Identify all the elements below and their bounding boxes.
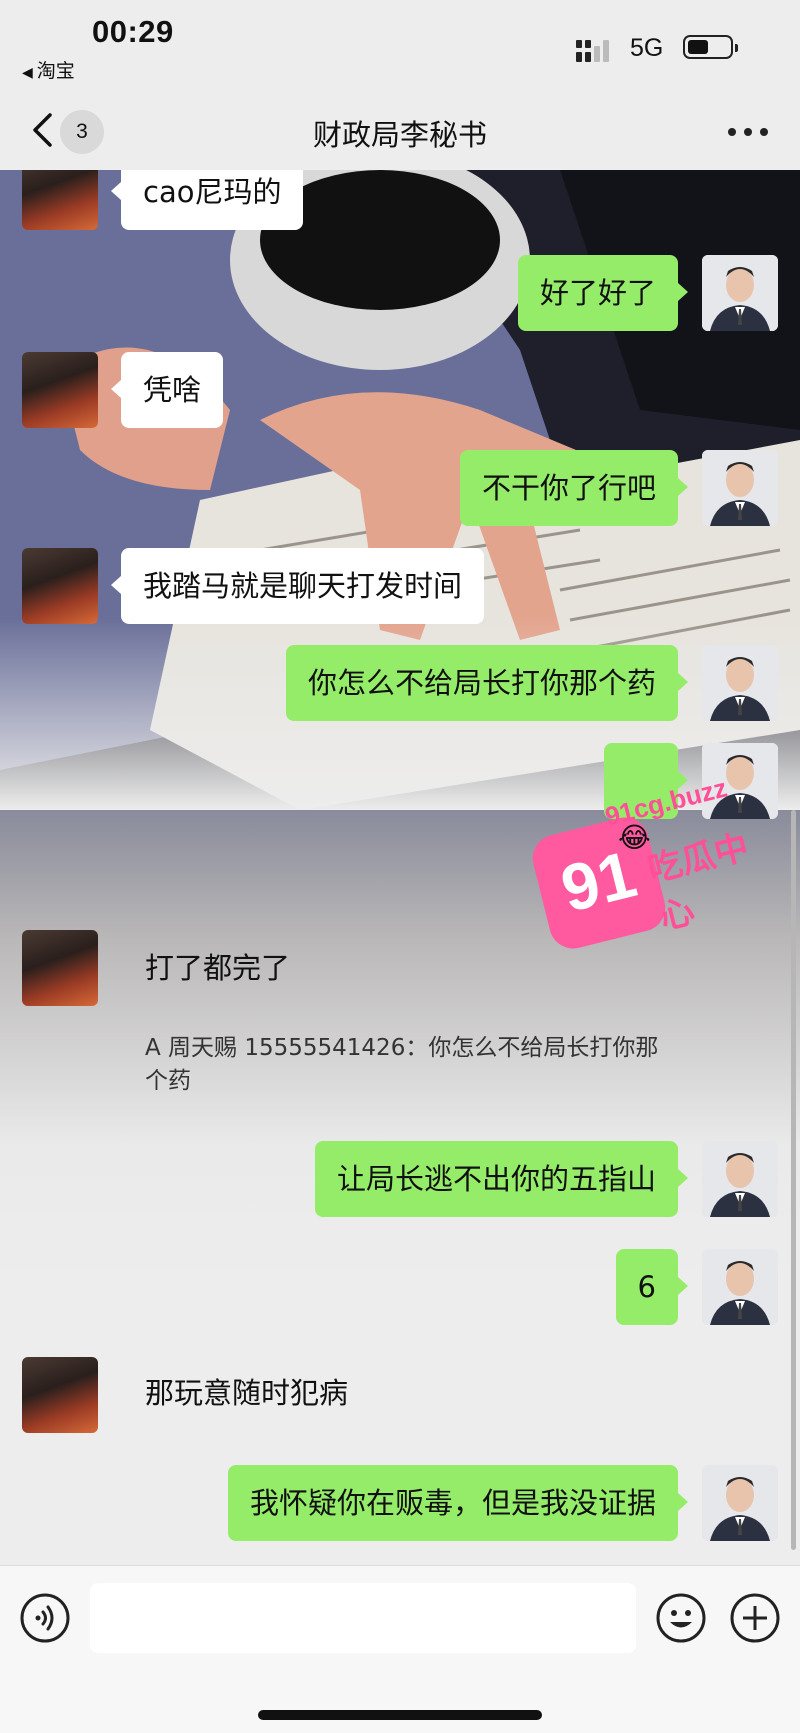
chat-header: 3 财政局李秘书 bbox=[0, 96, 800, 170]
more-icon[interactable] bbox=[726, 120, 770, 144]
message-input[interactable] bbox=[90, 1583, 636, 1653]
back-to-app-link[interactable]: ◀ 淘宝 bbox=[22, 56, 75, 83]
contact-avatar[interactable] bbox=[22, 352, 98, 428]
my-avatar[interactable] bbox=[702, 450, 778, 526]
message-bubble-sent[interactable]: 你怎么不给局长打你那个药 bbox=[285, 645, 689, 721]
signal-icon bbox=[576, 38, 616, 62]
message-bubble-sent[interactable]: 6 bbox=[615, 1249, 689, 1325]
voice-icon[interactable] bbox=[20, 1593, 70, 1643]
message-bubble-received[interactable]: cao尼玛的 bbox=[110, 170, 304, 230]
contact-avatar[interactable] bbox=[22, 1357, 98, 1433]
my-avatar[interactable] bbox=[702, 1465, 778, 1541]
message-bubble-sent[interactable]: 好了好了 bbox=[517, 255, 689, 331]
plus-icon[interactable] bbox=[730, 1593, 780, 1643]
message-bubble-sent[interactable]: 让局长逃不出你的五指山 bbox=[314, 1141, 689, 1217]
battery-icon bbox=[683, 35, 738, 59]
quoted-message[interactable]: A 周天赐 15555541426：你怎么不给局长打你那个药 bbox=[145, 1032, 665, 1098]
my-avatar[interactable] bbox=[702, 1141, 778, 1217]
watermark-name: 吃瓜中心 bbox=[643, 827, 753, 939]
message-bubble-sent[interactable]: 不干你了行吧 bbox=[459, 450, 689, 526]
network-type: 5G bbox=[630, 34, 664, 62]
status-time: 00:29 bbox=[92, 14, 174, 49]
status-bar: 00:29 ◀ 淘宝 5G bbox=[0, 0, 800, 96]
home-indicator[interactable] bbox=[258, 1710, 542, 1720]
chat-title: 财政局李秘书 bbox=[312, 118, 487, 152]
watermark-logo: 91 91cg.buzz 😂 吃瓜中心 bbox=[527, 765, 780, 955]
message-bubble-sent[interactable]: 我怀疑你在贩毒，但是我没证据 bbox=[227, 1465, 689, 1541]
contact-avatar[interactable] bbox=[22, 930, 98, 1006]
scrollbar[interactable] bbox=[791, 810, 796, 1550]
chat-input-bar bbox=[0, 1565, 800, 1733]
back-app-label: 淘宝 bbox=[36, 60, 75, 82]
my-avatar[interactable] bbox=[702, 1249, 778, 1325]
my-avatar[interactable] bbox=[702, 255, 778, 331]
message-text-received[interactable]: 那玩意随时犯病 bbox=[145, 1373, 348, 1413]
message-bubble-received[interactable]: 我踏马就是聊天打发时间 bbox=[110, 548, 485, 624]
message-text-received[interactable]: 打了都完了 bbox=[145, 948, 290, 988]
contact-avatar[interactable] bbox=[22, 170, 98, 230]
contact-avatar[interactable] bbox=[22, 548, 98, 624]
back-triangle-icon: ◀ bbox=[22, 65, 33, 81]
my-avatar[interactable] bbox=[702, 645, 778, 721]
emoji-icon[interactable] bbox=[656, 1593, 706, 1643]
message-bubble-received[interactable]: 凭啥 bbox=[110, 352, 224, 428]
